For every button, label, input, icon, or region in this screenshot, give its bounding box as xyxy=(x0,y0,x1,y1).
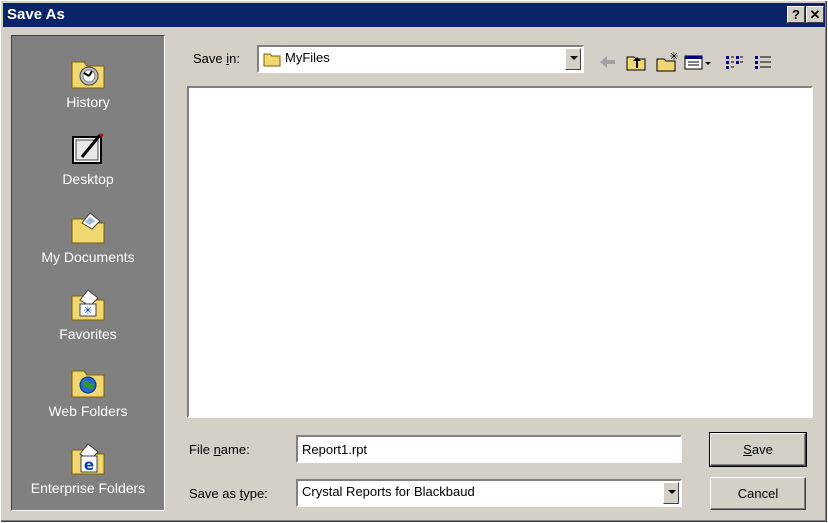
desktop-icon xyxy=(72,133,104,164)
favorites-icon: ✳ xyxy=(71,289,105,321)
history-icon xyxy=(71,61,105,89)
cancel-button[interactable]: Cancel xyxy=(710,477,806,510)
enterprise-folders-icon: e xyxy=(71,443,105,475)
list-view-icon[interactable] xyxy=(723,51,745,73)
window-title: Save As xyxy=(7,6,65,23)
file-name-field[interactable] xyxy=(296,435,682,463)
places-bar: History Desktop My Documents ✳ Favorites… xyxy=(11,35,165,511)
place-desktop[interactable]: Desktop xyxy=(12,131,164,205)
save-as-type-label: Save as type: xyxy=(189,486,268,501)
close-button[interactable]: ✕ xyxy=(806,6,824,23)
details-view-icon[interactable] xyxy=(752,51,774,73)
place-history[interactable]: History xyxy=(12,54,164,128)
file-name-input[interactable] xyxy=(298,437,680,461)
place-web-folders[interactable]: Web Folders xyxy=(12,363,164,437)
svg-text:✳: ✳ xyxy=(669,51,678,63)
save-in-value: MyFiles xyxy=(285,50,330,65)
web-folders-icon xyxy=(71,370,105,398)
chevron-down-icon[interactable] xyxy=(663,482,679,504)
place-label: History xyxy=(66,94,110,110)
svg-text:e: e xyxy=(84,456,94,474)
place-favorites[interactable]: ✳ Favorites xyxy=(12,286,164,360)
place-label: Web Folders xyxy=(48,403,128,419)
save-in-label: Save in: xyxy=(193,51,240,66)
views-menu-icon[interactable] xyxy=(684,51,714,73)
save-as-type-dropdown[interactable]: Crystal Reports for Blackbaud xyxy=(296,479,682,507)
help-button[interactable]: ? xyxy=(787,6,805,23)
file-list[interactable] xyxy=(187,86,813,418)
file-name-label: File name: xyxy=(189,442,250,457)
title-bar[interactable]: Save As ? ✕ xyxy=(3,3,825,27)
save-button[interactable]: Save xyxy=(709,432,807,467)
place-label: My Documents xyxy=(41,249,135,265)
folder-icon xyxy=(263,53,281,67)
place-enterprise-folders[interactable]: e Enterprise Folders xyxy=(12,440,164,514)
new-folder-icon[interactable]: ✳ xyxy=(655,51,679,73)
save-as-dialog: Save As ? ✕ History Desktop My Documents… xyxy=(0,0,828,523)
back-arrow-icon[interactable] xyxy=(597,51,617,73)
svg-text:✳: ✳ xyxy=(83,304,92,317)
place-label: Enterprise Folders xyxy=(30,480,146,496)
place-my-documents[interactable]: My Documents xyxy=(12,209,164,283)
chevron-down-icon[interactable] xyxy=(565,48,581,70)
save-in-dropdown[interactable]: MyFiles xyxy=(257,45,584,73)
save-as-type-value: Crystal Reports for Blackbaud xyxy=(302,484,475,499)
my-documents-icon xyxy=(71,212,105,244)
place-label: Desktop xyxy=(62,171,114,187)
up-one-level-icon[interactable] xyxy=(625,51,647,73)
place-label: Favorites xyxy=(59,326,117,342)
